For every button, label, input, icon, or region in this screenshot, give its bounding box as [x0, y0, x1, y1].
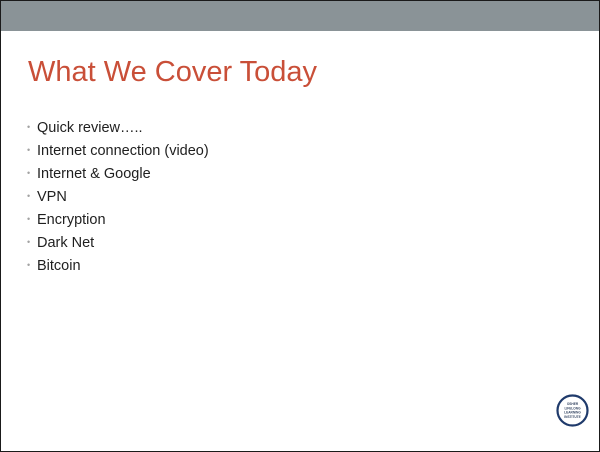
bullet-item-internet-connection: • Internet connection (video): [27, 139, 209, 162]
logo-text-line: INSTITUTE: [564, 415, 580, 419]
bullet-label: Internet & Google: [37, 165, 151, 182]
bullet-marker: •: [27, 237, 31, 247]
bullet-label: Encryption: [37, 211, 106, 228]
osher-logo-icon: OSHER LIFELONG LEARNING INSTITUTE: [556, 394, 589, 427]
bullet-item-encryption: • Encryption: [27, 208, 209, 231]
bullet-label: VPN: [37, 188, 67, 205]
bullet-item-quick-review: • Quick review…..: [27, 116, 209, 139]
bullet-label: Dark Net: [37, 234, 95, 251]
bullet-marker: •: [27, 191, 31, 201]
bullet-marker: •: [27, 260, 31, 270]
bullet-item-dark-net: • Dark Net: [27, 231, 209, 254]
bullet-marker: •: [27, 145, 31, 155]
bullet-list: • Quick review….. • Internet connection …: [27, 116, 209, 277]
bullet-item-internet-google: • Internet & Google: [27, 162, 209, 185]
header-band: [1, 1, 599, 31]
bullet-marker: •: [27, 168, 31, 178]
bullet-item-bitcoin: • Bitcoin: [27, 254, 209, 277]
slide-title: What We Cover Today: [28, 56, 318, 88]
slide: What We Cover Today • Quick review….. • …: [0, 0, 600, 452]
bullet-marker: •: [27, 122, 31, 132]
bullet-label: Quick review…..: [37, 119, 143, 136]
bullet-item-vpn: • VPN: [27, 185, 209, 208]
bullet-label: Bitcoin: [37, 257, 81, 274]
bullet-label: Internet connection (video): [37, 142, 209, 159]
osher-logo-svg: OSHER LIFELONG LEARNING INSTITUTE: [556, 394, 589, 427]
bullet-marker: •: [27, 214, 31, 224]
